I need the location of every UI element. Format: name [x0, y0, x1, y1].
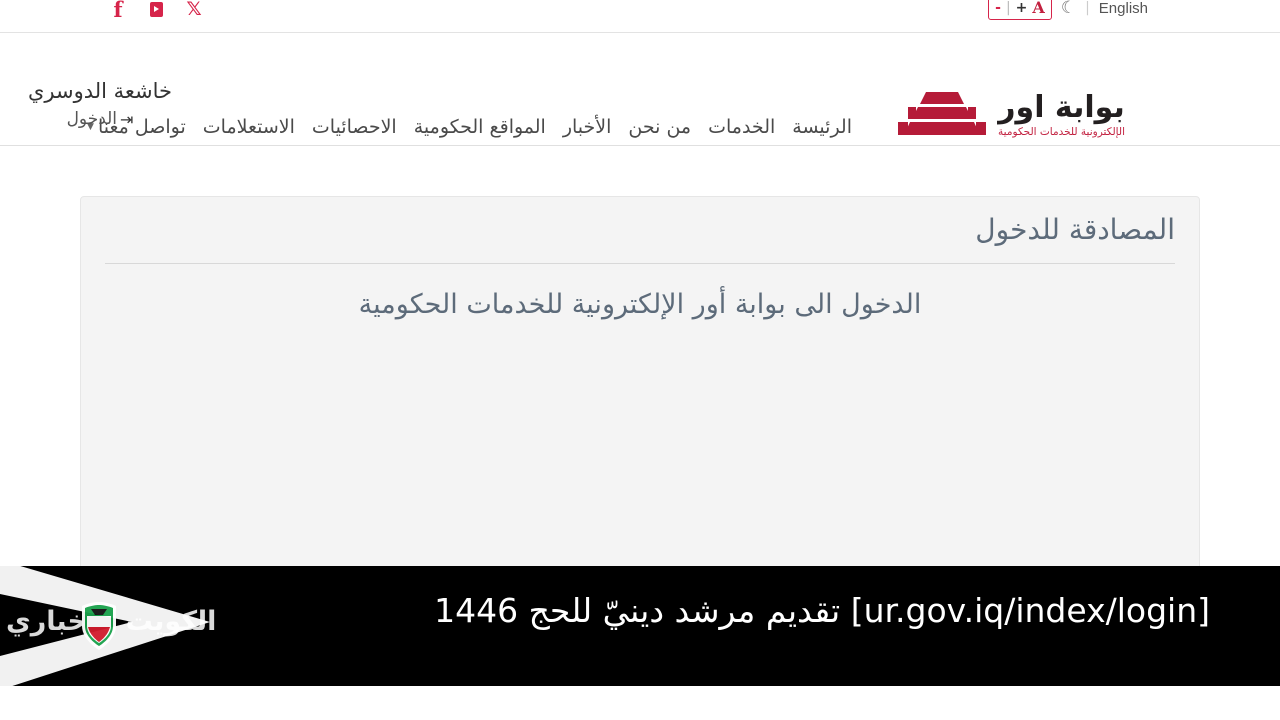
login-link[interactable]: ⇥ الدخول: [5, 109, 195, 129]
dark-mode-icon[interactable]: ☾: [1061, 0, 1076, 17]
page-root: 𝕏 f - | + A ☾ | English بوابة اور الإلكت…: [0, 0, 1280, 720]
font-size-control[interactable]: - | + A: [988, 0, 1052, 20]
nav-item-inquiries[interactable]: الاستعلامات: [203, 114, 295, 141]
social-links: 𝕏 f: [108, 0, 204, 20]
card-title: المصادقة للدخول: [975, 213, 1175, 246]
font-increase-button[interactable]: +: [1016, 0, 1028, 16]
language-switch-link[interactable]: English: [1099, 0, 1148, 17]
login-link-label: الدخول: [66, 109, 118, 130]
user-name-label: خاشعة الدوسري: [27, 79, 173, 103]
nav-item-services[interactable]: الخدمات: [708, 114, 775, 141]
shield-crest-icon: [82, 602, 116, 650]
nav-item-home[interactable]: الرئيسة: [792, 114, 852, 141]
card-heading: الدخول الى بوابة أور الإلكترونية للخدمات…: [358, 289, 922, 320]
youtube-icon[interactable]: [146, 0, 166, 20]
facebook-icon[interactable]: f: [108, 0, 128, 20]
font-decrease-button[interactable]: -: [995, 0, 1001, 16]
font-divider: |: [1005, 0, 1011, 16]
page-bottom-strip: [0, 686, 1280, 720]
card-divider: [105, 263, 1175, 264]
nav-item-about[interactable]: من نحن: [628, 114, 691, 141]
banner-headline: [ur.gov.iq/index/login] تقديم مرشد دينيّ…: [434, 591, 1210, 630]
topbar-separator: |: [1085, 0, 1090, 16]
x-twitter-icon[interactable]: 𝕏: [184, 0, 204, 20]
watermark-logo: الكويت الإخباري: [0, 598, 216, 662]
nav-item-gov-sites[interactable]: المواقع الحكومية: [414, 114, 546, 141]
ziggurat-icon: [898, 92, 987, 135]
user-account-area: خاشعة الدوسري ⇥ الدخول: [5, 78, 195, 129]
font-letter-label: A: [1032, 0, 1045, 17]
main-navigation: الرئيسة الخدمات من نحن الأخبار المواقع ا…: [87, 114, 852, 141]
site-logo[interactable]: بوابة اور الإلكترونية للخدمات الحكومية: [896, 86, 1125, 144]
topbar-controls: - | + A ☾ | English: [988, 0, 1148, 20]
logo-text-block: بوابة اور الإلكترونية للخدمات الحكومية: [998, 92, 1125, 139]
logo-subtitle: الإلكترونية للخدمات الحكومية: [998, 126, 1125, 139]
top-utility-bar: 𝕏 f - | + A ☾ | English: [0, 0, 1280, 33]
nav-item-statistics[interactable]: الاحصائيات: [312, 114, 397, 141]
nav-item-news[interactable]: الأخبار: [563, 114, 612, 141]
site-header: بوابة اور الإلكترونية للخدمات الحكومية ا…: [0, 34, 1280, 146]
login-arrow-icon: ⇥: [120, 109, 134, 129]
logo-title: بوابة اور: [998, 89, 1125, 125]
